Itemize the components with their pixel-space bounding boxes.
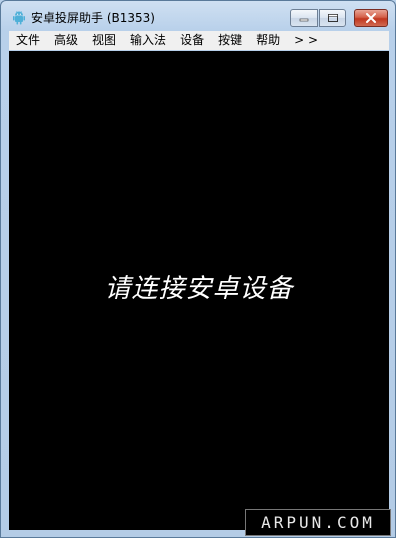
watermark-logo: ARPUN.COM: [245, 509, 391, 536]
menu-bar: 文件 高级 视图 输入法 设备 按键 帮助 > >: [9, 31, 389, 50]
maximize-button[interactable]: [319, 9, 346, 27]
close-icon: [366, 13, 376, 23]
menu-advanced[interactable]: 高级: [47, 31, 85, 50]
menu-device[interactable]: 设备: [173, 31, 211, 50]
menu-file[interactable]: 文件: [9, 31, 47, 50]
menu-more[interactable]: > >: [287, 31, 325, 50]
title-bar[interactable]: 安卓投屏助手 (B1353): [1, 1, 395, 31]
close-button[interactable]: [354, 9, 388, 27]
menu-help[interactable]: 帮助: [249, 31, 287, 50]
device-screen[interactable]: 请连接安卓设备: [9, 51, 389, 530]
window-title: 安卓投屏助手 (B1353): [31, 11, 155, 25]
connect-device-message: 请连接安卓设备: [104, 274, 294, 304]
app-window: 安卓投屏助手 (B1353) 文件 高级 视图 输入法 设备 按键 帮助 > >: [0, 0, 396, 538]
menu-keys[interactable]: 按键: [211, 31, 249, 50]
maximize-icon: [327, 14, 338, 22]
menu-view[interactable]: 视图: [85, 31, 123, 50]
minimize-icon: [299, 18, 309, 22]
minimize-button[interactable]: [290, 9, 318, 27]
menu-input-method[interactable]: 输入法: [123, 31, 173, 50]
android-icon: [13, 11, 25, 25]
